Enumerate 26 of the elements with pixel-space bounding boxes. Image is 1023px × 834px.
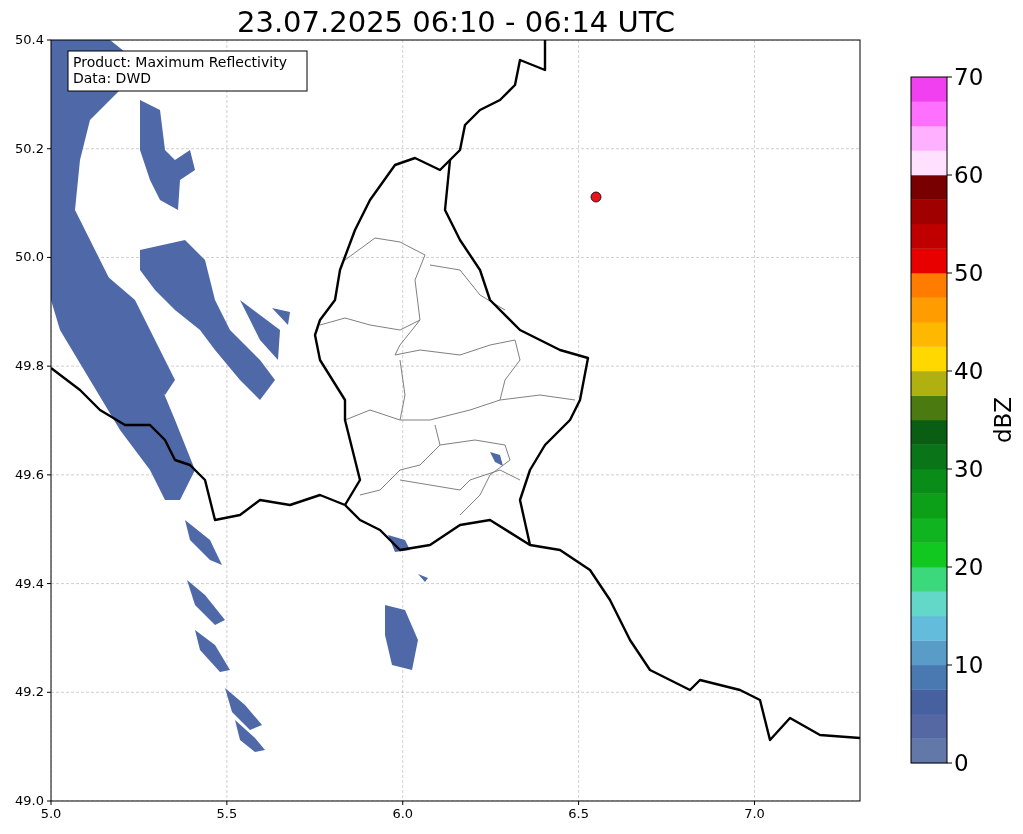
- location-marker: [590, 191, 602, 203]
- y-tick-label: 49.2: [15, 684, 44, 700]
- y-tick-label: 50.0: [15, 249, 44, 265]
- y-tick-label: 49.8: [15, 358, 44, 374]
- colorbar-tick-label: 40: [954, 358, 984, 384]
- x-tick-label: 7.0: [744, 806, 765, 821]
- colorbar-tick-label: 70: [954, 64, 984, 90]
- x-tick-label: 6.5: [568, 806, 589, 821]
- colorbar-tick-label: 60: [954, 162, 984, 188]
- y-tick-label: 50.4: [15, 32, 44, 47]
- colorbar-tick-label: 50: [954, 260, 984, 286]
- annotation-text: Data: DWD: [73, 70, 151, 86]
- colorbar-tick-label: 0: [954, 750, 969, 776]
- colorbar-tick-label: 20: [954, 554, 984, 580]
- y-tick-label: 49.0: [15, 793, 44, 808]
- colorbar-label: dBZ: [990, 396, 1016, 444]
- annotation-text: Product: Maximum Reflectivity: [73, 54, 287, 70]
- colorbar-tick-label: 30: [954, 456, 984, 482]
- chart-title: 23.07.2025 06:10 - 06:14 UTC: [237, 5, 675, 39]
- y-tick-label: 49.6: [15, 466, 44, 482]
- x-tick-label: 5.0: [40, 806, 62, 821]
- colorbar-tick-label: 10: [954, 652, 984, 678]
- y-tick-label: 49.4: [15, 575, 44, 591]
- x-tick-label: 5.5: [216, 806, 238, 821]
- y-tick-label: 50.2: [15, 140, 44, 156]
- x-tick-label: 6.0: [392, 806, 414, 821]
